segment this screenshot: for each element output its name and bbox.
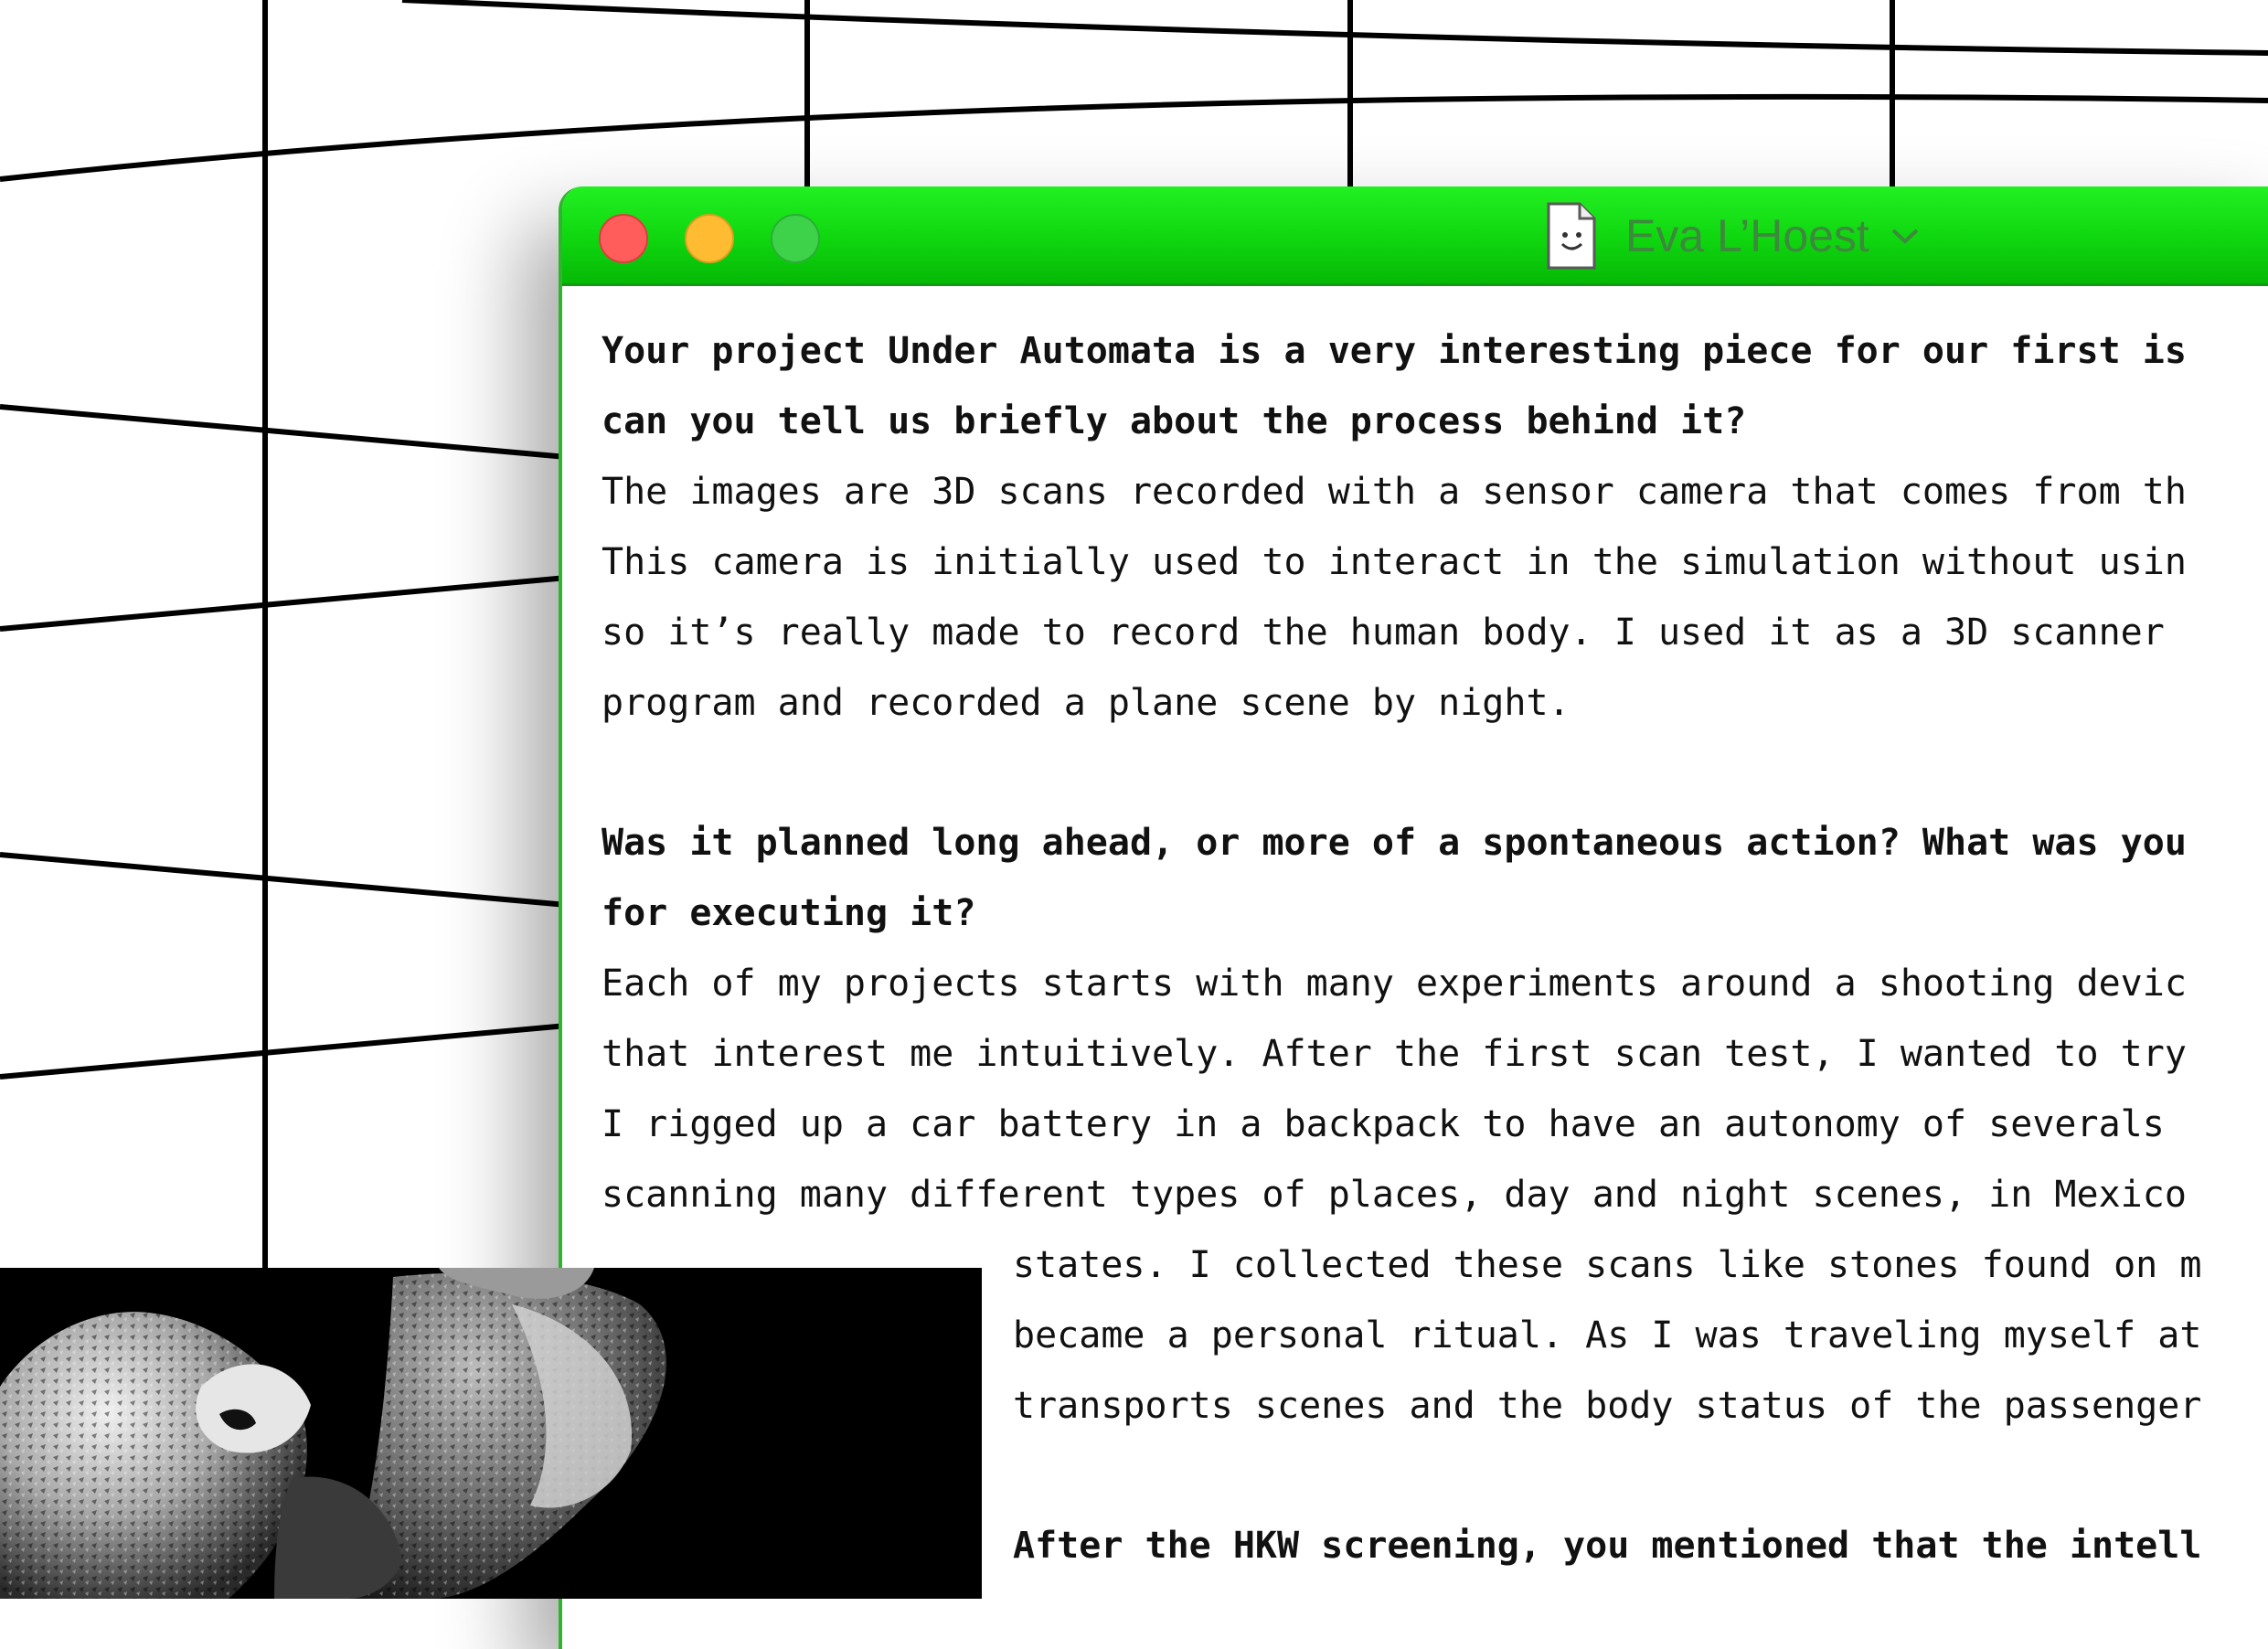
minimize-icon[interactable] [685,214,734,263]
scan-image [0,1268,982,1599]
question-line: for executing it? [602,892,976,934]
grid-line [0,93,2268,182]
window-title-group[interactable]: Eva L’Hoest [1545,197,1921,274]
grid-line [0,575,568,632]
answer-line: The images are 3D scans recorded with a … [602,471,2187,513]
chevron-down-icon[interactable] [1890,226,1921,246]
question-line: Was it planned long ahead, or more of a … [602,822,2187,864]
titlebar[interactable]: Eva L’Hoest [562,186,2268,286]
grid-line [0,404,568,460]
answer-line: This camera is initially used to interac… [602,541,2187,583]
answer-line: I rigged up a car battery in a backpack … [602,1103,2165,1145]
question-line: Your project Under Automata is a very in… [602,330,2187,372]
document-icon [1547,202,1596,270]
answer-line: Each of my projects starts with many exp… [602,963,2187,1005]
grid-line [0,852,568,908]
scan-image-art [0,1268,666,1599]
question-line: can you tell us briefly about the proces… [602,400,1747,442]
answer-line: so it’s really made to record the human … [602,612,2165,654]
window-title: Eva L’Hoest [1625,210,1869,261]
answer-line: program and recorded a plane scene by ni… [602,682,1571,724]
answer-line: scanning many different types of places,… [602,1174,2187,1216]
grid-line [401,0,2268,56]
grid-line [0,1023,568,1080]
close-icon[interactable] [599,214,648,263]
answer-line: that interest me intuitively. After the … [602,1033,2187,1075]
zoom-icon[interactable] [771,214,820,263]
